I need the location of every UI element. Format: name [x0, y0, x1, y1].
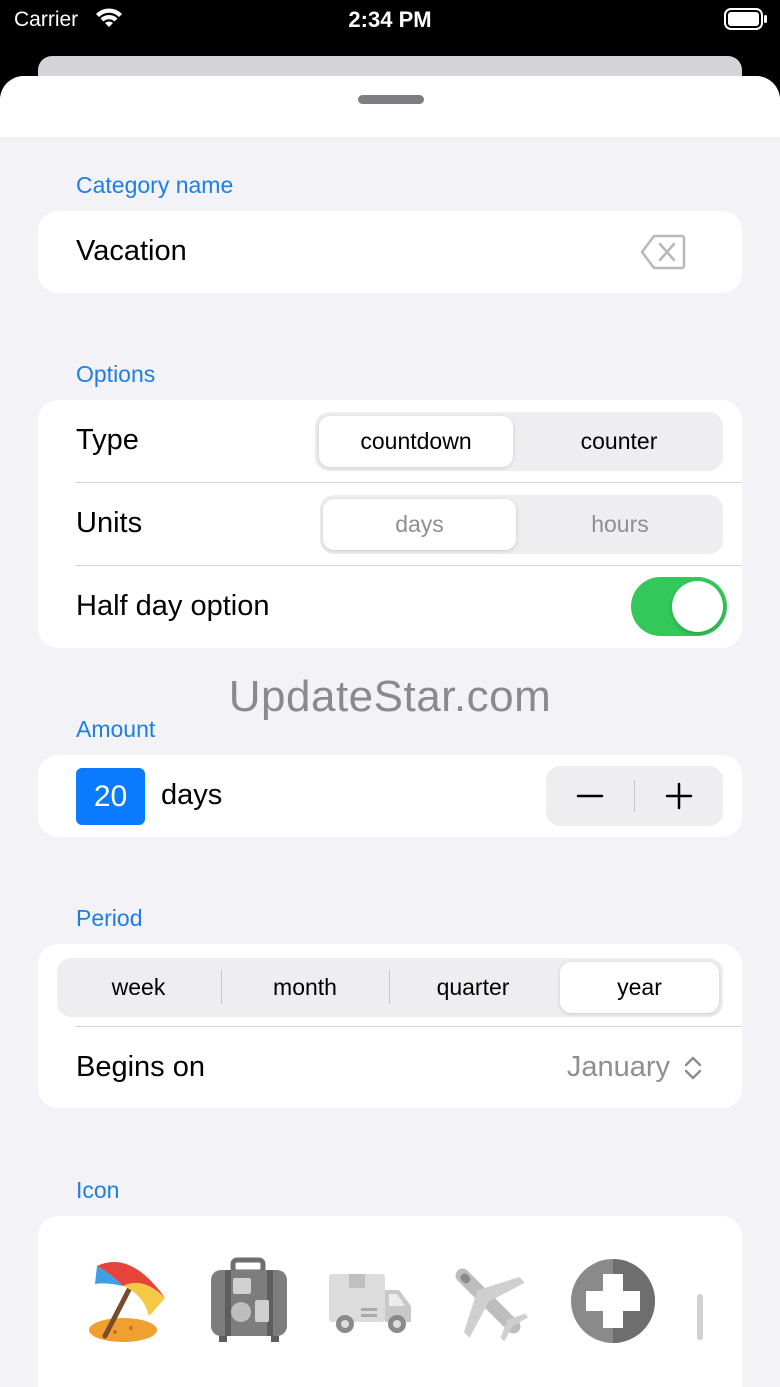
suitcase-icon[interactable]: [203, 1256, 293, 1346]
period-option-week[interactable]: week: [57, 958, 220, 1017]
clock: 2:34 PM: [348, 7, 432, 32]
half-day-toggle[interactable]: [631, 577, 727, 636]
type-option-counter[interactable]: counter: [519, 412, 719, 471]
airplane-icon[interactable]: [443, 1256, 533, 1346]
edit-category-sheet: Category name Vacation Options Type coun…: [0, 76, 780, 1387]
period-option-year[interactable]: year: [560, 962, 719, 1013]
amount-group: 20 days: [38, 755, 742, 837]
type-option-countdown[interactable]: countdown: [319, 416, 513, 467]
decrement-button[interactable]: [546, 766, 634, 826]
half-day-label: Half day option: [76, 590, 270, 622]
amount-input[interactable]: 20: [76, 768, 145, 825]
units-option-days[interactable]: days: [323, 499, 516, 550]
amount-stepper: [546, 766, 723, 826]
status-bar: Carrier 2:34 PM: [0, 0, 780, 44]
partial-icon[interactable]: [323, 1364, 413, 1387]
options-header: Options: [76, 361, 156, 387]
options-group: Type countdown counter Units days hours …: [38, 400, 742, 648]
units-label: Units: [76, 507, 143, 539]
chevron-up-down-icon: [682, 1055, 704, 1086]
partial-icon[interactable]: [83, 1364, 173, 1387]
beach-umbrella-icon[interactable]: [83, 1256, 173, 1346]
partial-icon[interactable]: [568, 1364, 658, 1387]
period-segmented-control: week month quarter year: [57, 958, 723, 1017]
thermometer-icon[interactable]: [688, 1256, 708, 1346]
category-name-group: Vacation: [38, 211, 742, 293]
toggle-knob: [672, 581, 723, 632]
partial-icon[interactable]: [203, 1364, 293, 1387]
period-option-month[interactable]: month: [222, 958, 388, 1017]
medical-cross-icon[interactable]: [568, 1256, 658, 1346]
delivery-truck-icon[interactable]: [323, 1256, 413, 1346]
period-header: Period: [76, 905, 143, 931]
clear-text-icon[interactable]: [640, 233, 686, 276]
begins-on-value: January: [566, 1051, 670, 1083]
icon-header: Icon: [76, 1177, 120, 1203]
units-segmented-control: days hours: [320, 495, 723, 554]
type-label: Type: [76, 424, 139, 456]
type-segmented-control: countdown counter: [315, 412, 723, 471]
partial-icon[interactable]: [443, 1364, 533, 1387]
minus-icon: [576, 794, 604, 798]
category-name-input[interactable]: Vacation: [76, 235, 187, 268]
category-name-header: Category name: [76, 172, 234, 198]
period-option-quarter[interactable]: quarter: [390, 958, 556, 1017]
amount-header: Amount: [76, 716, 156, 742]
watermark: UpdateStar.com: [228, 672, 552, 721]
amount-unit-label: days: [161, 779, 223, 811]
period-group: week month quarter year Begins on Januar…: [38, 944, 742, 1108]
begins-on-picker[interactable]: January: [38, 1026, 742, 1108]
battery-icon: [724, 8, 768, 35]
plus-icon: [665, 782, 693, 810]
sheet-header: [0, 76, 780, 137]
units-option-hours[interactable]: hours: [520, 495, 720, 554]
row-divider: [76, 565, 742, 566]
icon-picker-group: [38, 1216, 742, 1387]
sheet-grabber[interactable]: [358, 95, 424, 104]
increment-button[interactable]: [635, 766, 723, 826]
row-divider: [76, 482, 742, 483]
